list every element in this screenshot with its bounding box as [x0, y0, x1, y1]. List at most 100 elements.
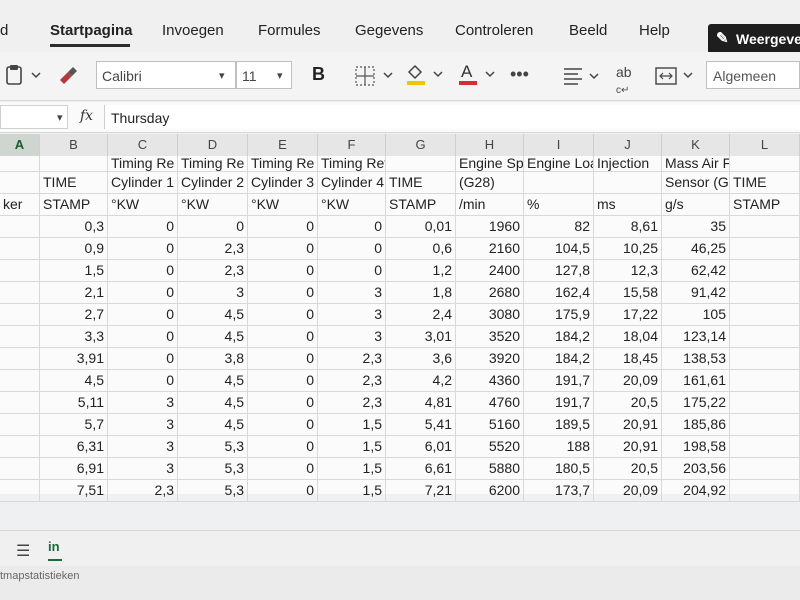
header-cell[interactable]: Engine Loa [524, 156, 594, 172]
data-cell[interactable]: 185,86 [662, 414, 730, 436]
data-cell[interactable]: 20,09 [594, 480, 662, 502]
align-button[interactable] [562, 65, 604, 92]
sheet-tab[interactable]: in [48, 539, 60, 554]
data-cell[interactable]: 180,5 [524, 458, 594, 480]
font-color-button[interactable]: A [456, 60, 500, 93]
data-cell[interactable]: 20,91 [594, 414, 662, 436]
data-cell[interactable] [730, 480, 800, 502]
data-cell[interactable]: 0 [248, 260, 318, 282]
data-cell[interactable] [0, 414, 40, 436]
tab-bestand[interactable]: d [0, 22, 8, 39]
header-cell[interactable] [730, 156, 800, 172]
merge-cells-button[interactable] [654, 65, 700, 92]
data-cell[interactable]: 20,5 [594, 392, 662, 414]
header-cell[interactable]: ms [594, 193, 662, 216]
data-cell[interactable]: 4360 [456, 370, 524, 392]
data-cell[interactable]: 0 [248, 370, 318, 392]
data-cell[interactable]: 0 [248, 326, 318, 348]
data-cell[interactable]: 138,53 [662, 348, 730, 370]
data-cell[interactable] [0, 304, 40, 326]
data-cell[interactable]: 1,5 [318, 414, 386, 436]
data-cell[interactable]: 184,2 [524, 326, 594, 348]
header-cell[interactable]: % [524, 193, 594, 216]
tab-controleren[interactable]: Controleren [455, 22, 533, 39]
data-cell[interactable] [730, 282, 800, 304]
fill-color-button[interactable] [404, 62, 448, 93]
data-cell[interactable]: 127,8 [524, 260, 594, 282]
data-cell[interactable] [0, 348, 40, 370]
header-cell[interactable] [0, 171, 40, 194]
data-cell[interactable] [730, 304, 800, 326]
data-cell[interactable]: 0 [108, 238, 178, 260]
column-header-j[interactable]: J [594, 134, 662, 156]
header-cell[interactable]: °KW [248, 193, 318, 216]
data-cell[interactable] [0, 238, 40, 260]
data-cell[interactable]: 6,01 [386, 436, 456, 458]
data-cell[interactable]: 191,7 [524, 392, 594, 414]
data-cell[interactable]: 6,91 [40, 458, 108, 480]
data-cell[interactable]: 6200 [456, 480, 524, 502]
column-header-e[interactable]: E [248, 134, 318, 156]
header-cell[interactable]: /min [456, 193, 524, 216]
data-cell[interactable]: 123,14 [662, 326, 730, 348]
header-cell[interactable]: °KW [108, 193, 178, 216]
data-cell[interactable]: 1,5 [318, 436, 386, 458]
data-cell[interactable] [0, 216, 40, 238]
data-cell[interactable]: 10,25 [594, 238, 662, 260]
data-cell[interactable]: 0 [178, 216, 248, 238]
data-cell[interactable]: 2400 [456, 260, 524, 282]
data-cell[interactable]: 0 [108, 282, 178, 304]
header-cell[interactable]: STAMP [40, 193, 108, 216]
column-header-a[interactable]: A [0, 134, 40, 156]
data-cell[interactable]: 0 [108, 304, 178, 326]
data-cell[interactable]: 184,2 [524, 348, 594, 370]
data-cell[interactable]: 0 [108, 348, 178, 370]
data-cell[interactable] [730, 326, 800, 348]
column-header-f[interactable]: F [318, 134, 386, 156]
tab-gegevens[interactable]: Gegevens [355, 22, 423, 39]
data-cell[interactable]: 5,41 [386, 414, 456, 436]
data-cell[interactable]: 2,4 [386, 304, 456, 326]
data-cell[interactable]: 2,1 [40, 282, 108, 304]
data-cell[interactable]: 17,22 [594, 304, 662, 326]
data-cell[interactable]: 0,6 [386, 238, 456, 260]
data-cell[interactable]: 8,61 [594, 216, 662, 238]
data-cell[interactable] [0, 282, 40, 304]
header-cell[interactable] [0, 156, 40, 172]
header-cell[interactable]: TIME [386, 171, 456, 194]
data-cell[interactable] [730, 348, 800, 370]
header-cell[interactable]: Cylinder 1 [108, 171, 178, 194]
tab-startpagina[interactable]: Startpagina [50, 22, 133, 39]
tab-formules[interactable]: Formules [258, 22, 321, 39]
data-cell[interactable]: 0 [248, 480, 318, 502]
data-cell[interactable] [730, 260, 800, 282]
data-cell[interactable]: 3,8 [178, 348, 248, 370]
header-cell[interactable] [40, 156, 108, 172]
column-header-d[interactable]: D [178, 134, 248, 156]
data-cell[interactable]: 0 [318, 238, 386, 260]
header-cell[interactable]: Engine Spe [456, 156, 524, 172]
data-cell[interactable]: 20,5 [594, 458, 662, 480]
data-cell[interactable]: 2,7 [40, 304, 108, 326]
data-cell[interactable]: 4,5 [178, 304, 248, 326]
data-cell[interactable]: 18,45 [594, 348, 662, 370]
data-cell[interactable] [730, 414, 800, 436]
data-cell[interactable]: 4,5 [178, 370, 248, 392]
data-cell[interactable]: 3,01 [386, 326, 456, 348]
data-cell[interactable]: 0,3 [40, 216, 108, 238]
data-cell[interactable] [0, 392, 40, 414]
data-cell[interactable]: 0 [108, 326, 178, 348]
data-cell[interactable] [730, 436, 800, 458]
data-cell[interactable]: 173,7 [524, 480, 594, 502]
data-cell[interactable]: 0 [248, 436, 318, 458]
data-cell[interactable]: 1,5 [318, 480, 386, 502]
column-header-i[interactable]: I [524, 134, 594, 156]
data-cell[interactable]: 0,9 [40, 238, 108, 260]
data-cell[interactable]: 2,3 [318, 370, 386, 392]
header-cell[interactable]: Cylinder 2 [178, 171, 248, 194]
data-cell[interactable]: 5880 [456, 458, 524, 480]
header-cell[interactable]: Timing Re [248, 156, 318, 172]
data-cell[interactable]: 20,91 [594, 436, 662, 458]
data-cell[interactable]: 18,04 [594, 326, 662, 348]
data-cell[interactable]: 0 [108, 370, 178, 392]
